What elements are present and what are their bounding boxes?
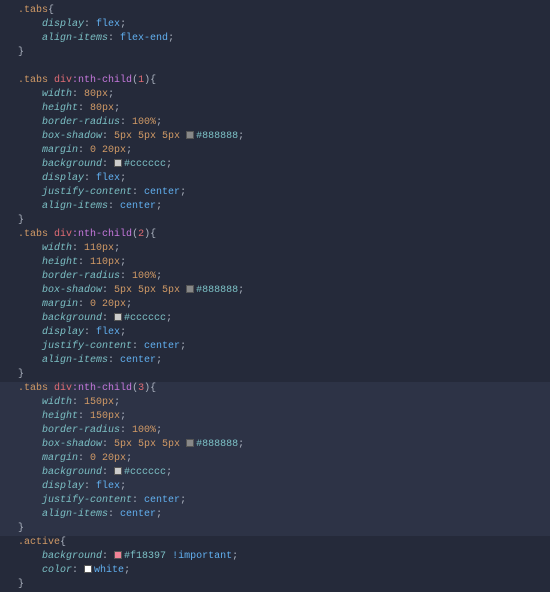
code-line[interactable]: border-radius: 100%; [0, 424, 550, 438]
code-line[interactable]: align-items: center; [18, 200, 550, 214]
code-line[interactable]: height: 150px; [0, 410, 550, 424]
brace-close[interactable]: } [18, 214, 550, 228]
code-line[interactable]: background: #cccccc; [18, 158, 550, 172]
code-line[interactable]: align-items: flex-end; [18, 32, 550, 46]
code-line[interactable]: box-shadow: 5px 5px 5px #888888; [18, 284, 550, 298]
code-line[interactable]: box-shadow: 5px 5px 5px #888888; [18, 130, 550, 144]
selector-line[interactable]: .tabs div:nth-child(1){ [18, 74, 550, 88]
code-line[interactable]: align-items: center; [18, 354, 550, 368]
code-line[interactable]: background: #cccccc; [18, 312, 550, 326]
code-line[interactable]: justify-content: center; [0, 494, 550, 508]
code-line[interactable]: background: #f18397 !important; [18, 550, 550, 564]
code-line[interactable]: display: flex; [18, 18, 550, 32]
brace-close[interactable]: } [18, 46, 550, 60]
brace-close[interactable]: } [18, 578, 550, 592]
code-line[interactable]: border-radius: 100%; [18, 116, 550, 130]
brace-close[interactable]: } [18, 368, 550, 382]
code-line[interactable]: margin: 0 20px; [0, 452, 550, 466]
code-line[interactable]: color: white; [18, 564, 550, 578]
code-line[interactable]: background: #cccccc; [0, 466, 550, 480]
code-line[interactable]: box-shadow: 5px 5px 5px #888888; [0, 438, 550, 452]
code-line[interactable]: justify-content: center; [18, 186, 550, 200]
code-line[interactable]: display: flex; [0, 480, 550, 494]
code-line[interactable]: width: 110px; [18, 242, 550, 256]
code-line[interactable]: width: 150px; [0, 396, 550, 410]
code-line[interactable]: height: 110px; [18, 256, 550, 270]
code-line[interactable]: margin: 0 20px; [18, 298, 550, 312]
selector-line[interactable]: .tabs{ [18, 4, 550, 18]
selector-line[interactable]: .tabs div:nth-child(3){ [0, 382, 550, 396]
code-line[interactable]: justify-content: center; [18, 340, 550, 354]
code-line[interactable]: display: flex; [18, 326, 550, 340]
code-line[interactable]: margin: 0 20px; [18, 144, 550, 158]
brace-close[interactable]: } [0, 522, 550, 536]
code-line[interactable]: align-items: center; [0, 508, 550, 522]
selector-line[interactable]: .tabs div:nth-child(2){ [18, 228, 550, 242]
code-line[interactable]: height: 80px; [18, 102, 550, 116]
code-editor[interactable]: .tabs{ display: flex; align-items: flex-… [18, 4, 550, 592]
code-line[interactable]: border-radius: 100%; [18, 270, 550, 284]
code-line[interactable]: display: flex; [18, 172, 550, 186]
selector-line[interactable]: .active{ [18, 536, 550, 550]
blank-line [18, 60, 550, 74]
code-line[interactable]: width: 80px; [18, 88, 550, 102]
